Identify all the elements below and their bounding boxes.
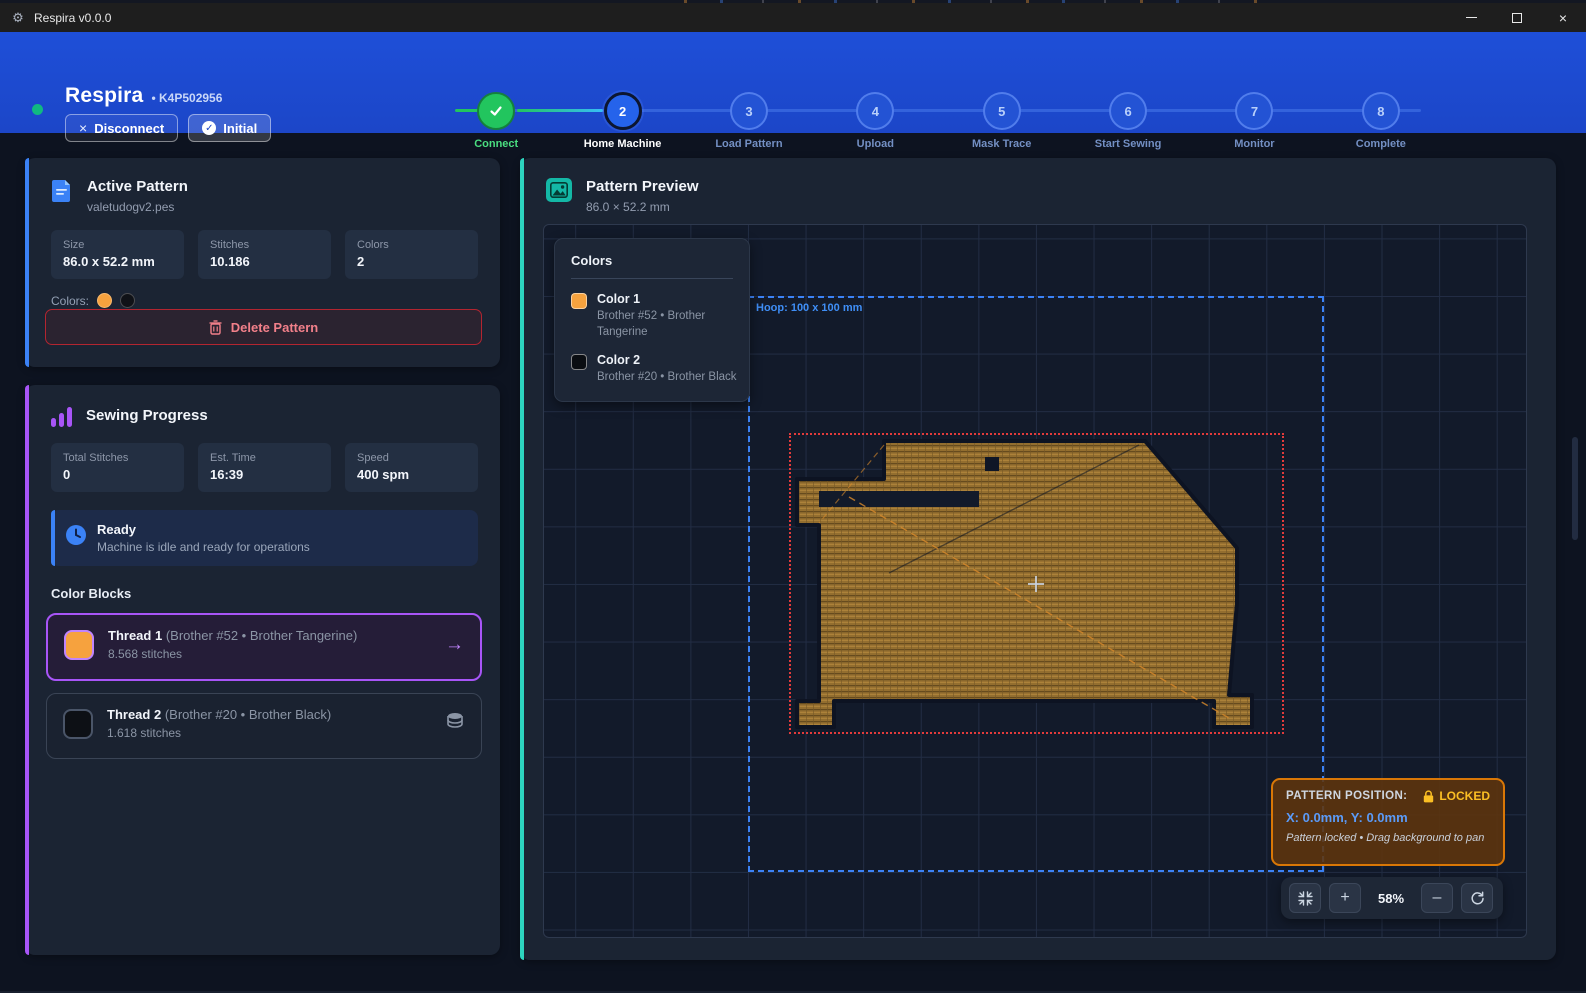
card-title: Active Pattern (87, 178, 188, 195)
card-accent-edge (520, 158, 524, 960)
stat-speed: Speed 400 spm (345, 443, 478, 492)
machine-status-banner: Ready Machine is idle and ready for oper… (51, 510, 478, 566)
app-window: ⚙ Respira v0.0.0 × Respira • K4P502956 ×… (0, 0, 1586, 993)
zoom-level: 58% (1369, 891, 1413, 906)
arrow-right-icon: → (445, 634, 464, 656)
legend-swatch-1 (571, 293, 587, 309)
app-logo-icon: ⚙ (10, 10, 26, 26)
preview-canvas[interactable]: Hoop: 100 x 100 mm (543, 224, 1527, 938)
color-swatch-2 (120, 293, 135, 308)
brand-name: Respira (65, 84, 143, 108)
window-title: Respira v0.0.0 (34, 11, 111, 25)
step-connect[interactable]: Connect (433, 63, 559, 164)
disconnect-button[interactable]: × Disconnect (65, 114, 178, 142)
legend-color-2: Color 2 Brother #20 • Brother Black (571, 353, 733, 386)
document-icon (51, 178, 73, 202)
thread-2-swatch (63, 709, 93, 739)
stat-colors: Colors 2 (345, 230, 478, 279)
connection-status-dot (32, 104, 43, 115)
pattern-position-overlay: PATTERN POSITION: LOCKED X: 0.0mm, Y: 0.… (1271, 778, 1505, 866)
initial-button[interactable]: ✓ Initial (188, 114, 271, 142)
thread-1-block[interactable]: Thread 1 (Brother #52 • Brother Tangerin… (46, 613, 482, 681)
thread-1-swatch (64, 630, 94, 660)
color-blocks-label: Color Blocks (25, 586, 500, 601)
step-start-sewing[interactable]: 6 Start Sewing (1065, 63, 1191, 164)
stat-stitches: Stitches 10.186 (198, 230, 331, 279)
colors-label: Colors: (51, 294, 89, 308)
clock-icon (65, 524, 87, 551)
step-mask-trace[interactable]: 5 Mask Trace (939, 63, 1065, 164)
layers-database-icon (445, 712, 465, 736)
pattern-dimensions: 86.0 × 52.2 mm (586, 200, 699, 214)
card-title: Pattern Preview (586, 178, 699, 195)
card-accent-edge (25, 158, 29, 367)
thread-1-progress-bar (64, 666, 464, 670)
lock-icon (1423, 790, 1434, 803)
reset-view-button[interactable] (1461, 883, 1493, 913)
step-circle-check-icon (477, 92, 515, 130)
step-load-pattern[interactable]: 3 Load Pattern (686, 63, 812, 164)
machine-serial: • K4P502956 (151, 91, 222, 105)
thread-2-block[interactable]: Thread 2 (Brother #20 • Brother Black) 1… (46, 693, 482, 759)
stat-total-stitches: Total Stitches 0 (51, 443, 184, 492)
step-upload[interactable]: 4 Upload (812, 63, 938, 164)
step-home-machine[interactable]: 2 Home Machine (559, 63, 685, 164)
close-button[interactable]: × (1540, 3, 1586, 32)
legend-swatch-2 (571, 354, 587, 370)
trash-icon (209, 320, 222, 335)
pattern-filename: valetudogv2.pes (87, 200, 188, 214)
hoop-label: Hoop: 100 x 100 mm (756, 302, 862, 314)
titlebar: ⚙ Respira v0.0.0 × (0, 3, 1586, 32)
zoom-in-button[interactable]: + (1329, 883, 1361, 913)
colors-legend: Colors Color 1 Brother #52 • Brother Tan… (554, 238, 750, 402)
sewing-progress-card: Sewing Progress Total Stitches 0 Est. Ti… (25, 385, 500, 955)
scrollbar-thumb[interactable] (1572, 437, 1578, 540)
step-complete[interactable]: 8 Complete (1318, 63, 1444, 164)
image-icon (546, 178, 572, 202)
step-monitor[interactable]: 7 Monitor (1191, 63, 1317, 164)
bar-chart-icon (51, 405, 72, 427)
color-swatch-1 (97, 293, 112, 308)
maximize-button[interactable] (1494, 3, 1540, 32)
card-accent-edge (25, 385, 29, 955)
zoom-out-button[interactable]: – (1421, 883, 1453, 913)
stat-size: Size 86.0 x 52.2 mm (51, 230, 184, 279)
active-pattern-card: Active Pattern valetudogv2.pes Size 86.0… (25, 158, 500, 367)
legend-color-1: Color 1 Brother #52 • Brother Tangerine (571, 292, 733, 340)
close-x-icon: × (79, 120, 87, 136)
workflow-stepper: Connect 2 Home Machine 3 Load Pattern 4 … (433, 63, 1444, 164)
zoom-toolbar: + 58% – (1281, 877, 1503, 919)
fit-view-button[interactable] (1289, 883, 1321, 913)
app-header: Respira • K4P502956 × Disconnect ✓ Initi… (0, 32, 1586, 133)
pattern-preview-card: Pattern Preview 86.0 × 52.2 mm Hoop: 100… (520, 158, 1556, 960)
check-circle-icon: ✓ (202, 121, 216, 135)
lock-status: LOCKED (1423, 789, 1490, 803)
stat-est-time: Est. Time 16:39 (198, 443, 331, 492)
card-title: Sewing Progress (86, 407, 208, 424)
minimize-button[interactable] (1448, 3, 1494, 32)
delete-pattern-button[interactable]: Delete Pattern (45, 309, 482, 345)
